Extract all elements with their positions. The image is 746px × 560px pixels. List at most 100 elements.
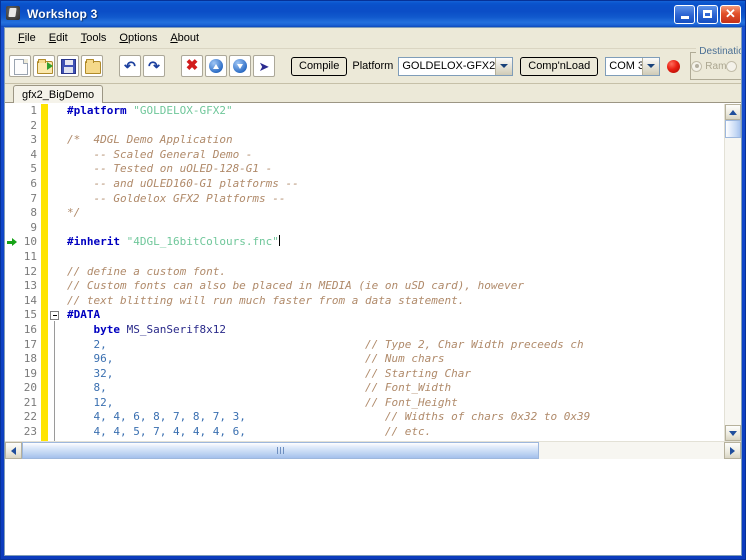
code-token: #platform — [67, 104, 127, 117]
code-line[interactable]: // define a custom font. — [67, 265, 724, 280]
code-token: 32, — [93, 366, 114, 380]
destination-label: Destination — [696, 46, 741, 57]
tab-strip-filler — [103, 85, 741, 103]
open-file-button[interactable] — [33, 55, 55, 77]
redo-button[interactable]: ↷ — [143, 55, 165, 77]
vertical-scroll-track[interactable] — [725, 120, 741, 425]
code-line[interactable]: #platform "GOLDELOX-GFX2" — [67, 104, 724, 119]
destination-ram-option[interactable]: Ram — [691, 60, 726, 72]
redo-icon: ↷ — [148, 58, 160, 74]
code-line[interactable] — [67, 119, 724, 134]
vertical-scroll-thumb[interactable] — [725, 120, 741, 138]
code-line[interactable]: */ — [67, 206, 724, 221]
code-line[interactable]: 8, // Font_Width — [67, 381, 724, 396]
scroll-down-button[interactable] — [725, 425, 741, 441]
code-token: -- Tested on uOLED-128-G1 - — [67, 162, 273, 176]
code-line[interactable]: // Custom fonts can also be placed in ME… — [67, 279, 724, 294]
destination-groupbox: Destination Ram Flash — [690, 46, 741, 80]
code-line[interactable]: 96, // Num chars — [67, 352, 724, 367]
minimize-button[interactable] — [674, 4, 695, 24]
compile-button[interactable]: Compile — [291, 56, 348, 76]
menu-item-about[interactable]: About — [164, 30, 206, 46]
run-button[interactable]: ➤ — [253, 55, 275, 77]
horizontal-scrollbar[interactable] — [5, 441, 741, 459]
maximize-icon — [703, 10, 712, 18]
new-file-button[interactable] — [9, 55, 31, 77]
code-line[interactable]: byte MS_SanSerif8x12 — [67, 323, 724, 338]
port-combobox[interactable]: COM 3 — [605, 56, 661, 76]
undo-button[interactable]: ↶ — [119, 55, 141, 77]
menu-item-edit[interactable]: Edit — [43, 30, 75, 46]
code-line[interactable] — [67, 221, 724, 236]
code-line[interactable]: 7, 7, 7, 7, 7, 7, 7, 7, — [67, 440, 724, 441]
close-button[interactable]: ✕ — [720, 4, 741, 24]
code-line[interactable]: /* 4DGL Demo Application — [67, 133, 724, 148]
line-number: 21 — [23, 395, 37, 409]
tab-gfx2-bigdemo[interactable]: gfx2_BigDemo — [13, 85, 104, 103]
menu-item-tools[interactable]: Tools — [75, 30, 114, 46]
next-button[interactable] — [229, 55, 251, 77]
menu-item-options[interactable]: Options — [113, 30, 164, 46]
stop-button[interactable]: ✖ — [181, 55, 203, 77]
platform-label: Platform — [352, 60, 394, 72]
code-line[interactable]: #inherit "4DGL_16bitColours.fnc" — [67, 235, 724, 250]
code-token: // Widths of chars 0x32 to 0x39 — [384, 410, 591, 424]
code-line[interactable]: 2, // Type 2, Char Width preceeds ch — [67, 338, 724, 353]
code-line[interactable]: 12, // Font_Height — [67, 396, 724, 411]
code-token: 4, 4, 5, 7, 4, 4, 4, 6, — [93, 425, 246, 439]
new-file-icon — [12, 58, 28, 75]
code-text[interactable]: #platform "GOLDELOX-GFX2" /* 4DGL Demo A… — [61, 104, 724, 441]
line-number: 19 — [23, 366, 37, 380]
tab-strip: gfx2_BigDemo — [5, 84, 741, 103]
code-token: 4, 4, 6, 8, 7, 8, 7, 3, — [93, 410, 246, 424]
output-pane — [5, 459, 741, 555]
title-bar: Workshop 3 ✕ — [1, 1, 745, 27]
open-folder-button[interactable] — [81, 55, 103, 77]
line-number: 14 — [23, 293, 37, 307]
line-number: 2 — [30, 118, 37, 132]
code-line[interactable]: -- Goldelox GFX2 Platforms -- — [67, 192, 724, 207]
code-pane[interactable]: 123456789101112131415161718192021222324 … — [5, 104, 724, 441]
scroll-right-button[interactable] — [724, 442, 741, 459]
fold-collapse-box[interactable] — [50, 311, 59, 321]
code-line[interactable]: -- Scaled General Demo - — [67, 148, 724, 163]
comp-n-load-button[interactable]: Comp'nLoad — [520, 56, 599, 76]
save-file-button[interactable] — [57, 55, 79, 77]
arrow-up-icon — [208, 58, 224, 74]
platform-combobox[interactable]: GOLDELOX-GFX2 — [398, 56, 514, 76]
code-token: /* 4DGL Demo Application — [67, 133, 233, 147]
line-number: 17 — [23, 337, 37, 351]
code-line[interactable]: #DATA — [67, 308, 724, 323]
application-window: Workshop 3 ✕ File Edit Tools Options Abo… — [0, 0, 746, 560]
code-line[interactable]: 4, 4, 5, 7, 4, 4, 4, 6, // etc. — [67, 425, 724, 440]
maximize-button[interactable] — [697, 4, 718, 24]
code-line[interactable]: -- Tested on uOLED-128-G1 - — [67, 162, 724, 177]
save-file-icon — [60, 58, 76, 74]
chevron-down-icon[interactable] — [495, 57, 513, 75]
fold-column[interactable] — [48, 104, 61, 441]
code-token: -- and uOLED160-G1 platforms -- — [67, 176, 299, 190]
vertical-scrollbar[interactable] — [724, 104, 741, 441]
horizontal-scroll-track[interactable] — [22, 442, 724, 459]
scroll-up-button[interactable] — [725, 104, 741, 120]
line-number: 24 — [5, 440, 37, 441]
code-line[interactable]: -- and uOLED160-G1 platforms -- — [67, 177, 724, 192]
editor-row: 123456789101112131415161718192021222324 … — [5, 104, 741, 441]
code-line[interactable] — [67, 250, 724, 265]
menu-item-file[interactable]: File — [12, 30, 43, 46]
horizontal-scroll-thumb[interactable] — [22, 442, 539, 459]
destination-flash-option[interactable]: Flash — [726, 60, 741, 72]
code-token: */ — [67, 206, 81, 220]
code-line[interactable]: 32, // Starting Char — [67, 367, 724, 382]
chevron-down-icon-port[interactable] — [642, 57, 660, 75]
text-caret — [278, 235, 280, 247]
prev-button[interactable] — [205, 55, 227, 77]
menu-bar: File Edit Tools Options About — [5, 28, 741, 49]
code-line[interactable]: 4, 4, 6, 8, 7, 8, 7, 3, // Widths of cha… — [67, 410, 724, 425]
scroll-left-button[interactable] — [5, 442, 22, 459]
code-line[interactable]: // text blitting will run much faster fr… — [67, 294, 724, 309]
